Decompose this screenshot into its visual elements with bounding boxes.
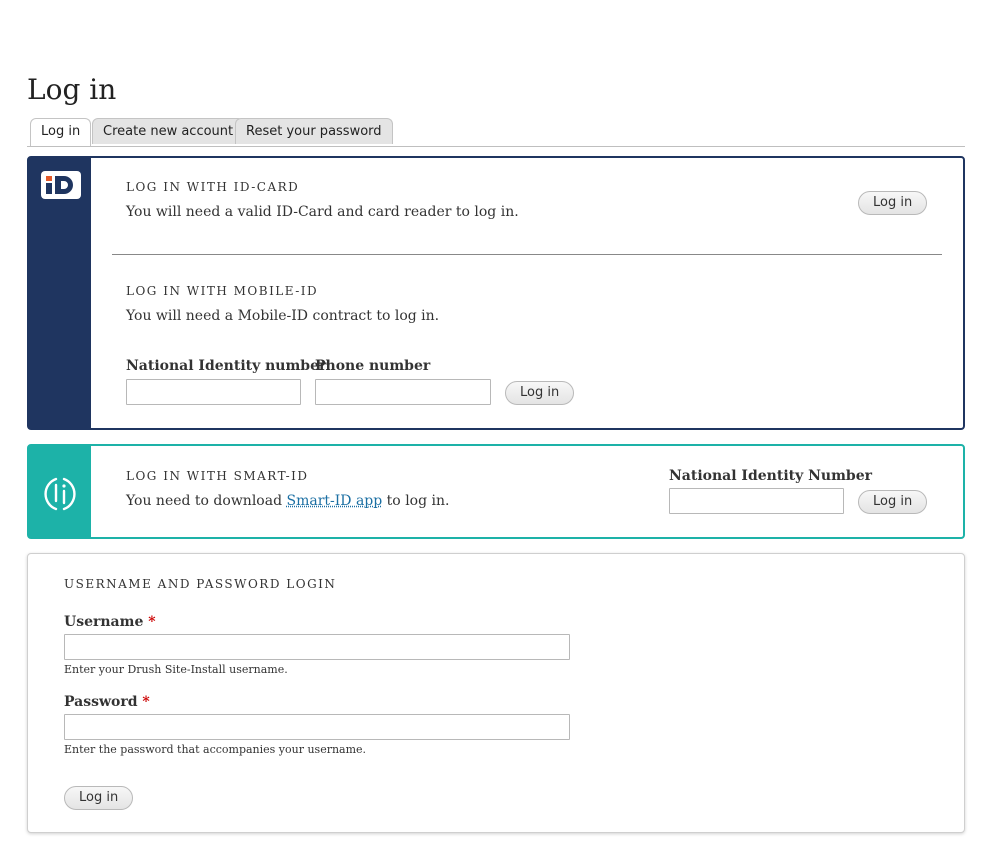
tab-create-new-account[interactable]: Create new account [92,118,245,144]
mobile-id-phone-label: Phone number [315,358,431,374]
id-card-mobile-id-panel: LOG IN WITH ID-CARD You will need a vali… [27,156,965,430]
mobile-id-login-button[interactable]: Log in [505,381,575,405]
username-required-marker: * [148,614,156,630]
smart-id-description: You need to download Smart-ID app to log… [126,493,450,509]
mobile-id-national-id-input[interactable] [126,379,301,405]
id-card-logo-icon [41,171,81,199]
tab-bar: Log in Create new account Reset your pas… [27,118,965,147]
mobile-id-title: LOG IN WITH MOBILE-ID [126,284,319,298]
id-card-login-button[interactable]: Log in [858,191,928,215]
password-hint: Enter the password that accompanies your… [64,743,367,756]
smart-id-national-id-input[interactable] [669,488,844,514]
tab-reset-password[interactable]: Reset your password [235,118,393,144]
username-password-title: USERNAME AND PASSWORD LOGIN [64,577,337,591]
id-card-sidebar [29,158,91,428]
username-label: Username * [64,614,156,630]
smart-id-logo-icon [44,477,76,511]
smart-id-login-button[interactable]: Log in [858,490,928,514]
password-input[interactable] [64,714,570,740]
section-divider [112,254,942,255]
id-card-title: LOG IN WITH ID-CARD [126,180,300,194]
smart-id-panel: LOG IN WITH SMART-ID You need to downloa… [27,444,965,539]
mobile-id-national-id-label: National Identity number [126,358,327,374]
smart-id-title: LOG IN WITH SMART-ID [126,469,309,483]
username-input[interactable] [64,634,570,660]
username-login-button[interactable]: Log in [64,786,134,810]
mobile-id-description: You will need a Mobile-ID contract to lo… [126,308,440,324]
smart-id-national-id-label: National Identity Number [669,468,872,484]
password-label: Password * [64,694,150,710]
tab-log-in[interactable]: Log in [30,118,92,146]
id-card-description: You will need a valid ID-Card and card r… [126,204,519,220]
mobile-id-phone-input[interactable] [315,379,491,405]
username-password-panel: USERNAME AND PASSWORD LOGIN Username * E… [27,553,965,833]
smart-id-sidebar [29,446,91,537]
password-required-marker: * [142,694,150,710]
smart-id-app-link[interactable]: Smart-ID app [286,493,382,509]
username-hint: Enter your Drush Site-Install username. [64,663,288,676]
page-title: Log in [27,73,117,106]
